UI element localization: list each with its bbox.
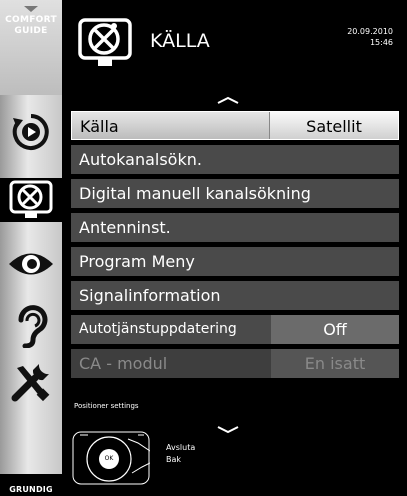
- satellite-dish-icon: [9, 180, 53, 218]
- ear-icon: [18, 305, 48, 348]
- menu-row-value[interactable]: Satellit: [269, 112, 398, 139]
- up-triangle-icon: [24, 6, 38, 12]
- menu-row-label: Autotjänstuppdatering: [79, 321, 237, 337]
- menu-row-label: Autokanalsökn.: [79, 150, 202, 169]
- menu-row-auto-scan[interactable]: Autokanalsökn.: [71, 145, 399, 174]
- sidebar-item-settings[interactable]: [0, 360, 62, 404]
- comfort-guide-button[interactable]: COMFORT GUIDE: [0, 0, 62, 95]
- scroll-down-chevron-icon[interactable]: [217, 426, 239, 434]
- sidebar-item-sound[interactable]: [0, 304, 62, 348]
- menu-row-digital-manual-scan[interactable]: Digital manuell kanalsökning: [71, 179, 399, 208]
- menu-row-value[interactable]: Off: [271, 315, 399, 344]
- sidebar-item-source[interactable]: [0, 110, 62, 154]
- scroll-up-chevron-icon[interactable]: [217, 96, 239, 104]
- comfort-guide-label: COMFORT GUIDE: [5, 15, 57, 36]
- menu-row-label: Signalinformation: [79, 286, 221, 305]
- sidebar-item-picture[interactable]: [0, 242, 62, 286]
- exit-hint-label: Avsluta: [166, 443, 196, 452]
- play-source-icon: [12, 114, 49, 150]
- menu-row-label: CA - modul: [79, 354, 168, 373]
- menu-row-label: Källa: [80, 117, 119, 136]
- brand-logo: GRUNDIG: [0, 474, 62, 496]
- remote-control-hint: OK: [72, 431, 151, 485]
- menu-row-source[interactable]: Källa Satellit: [71, 111, 399, 140]
- sidebar: COMFORT GUIDE GRUNDIG: [0, 0, 62, 496]
- header-satellite-icon: [76, 14, 134, 70]
- help-hint: Positioner settings: [74, 402, 139, 410]
- menu-row-signal-info[interactable]: Signalinformation: [71, 281, 399, 310]
- sidebar-item-installation[interactable]: [0, 178, 62, 222]
- ok-button-label: OK: [104, 455, 114, 462]
- page-title: KÄLLA: [150, 30, 210, 52]
- menu-row-label: Program Meny: [79, 252, 195, 271]
- source-menu: Källa Satellit Autokanalsökn. Digital ma…: [71, 111, 399, 383]
- menu-row-label: Antenninst.: [79, 218, 171, 237]
- datetime: 20.09.2010 15:46: [347, 26, 393, 48]
- time-text: 15:46: [369, 38, 393, 47]
- eye-icon: [9, 253, 53, 275]
- menu-row-program-menu[interactable]: Program Meny: [71, 247, 399, 276]
- menu-row-auto-service-update[interactable]: Autotjänstuppdatering Off: [71, 315, 399, 344]
- menu-row-antenna-settings[interactable]: Antenninst.: [71, 213, 399, 242]
- menu-row-ca-module: CA - modul En isatt: [71, 349, 399, 378]
- date-text: 20.09.2010: [347, 27, 393, 36]
- menu-row-value: En isatt: [271, 349, 399, 378]
- back-hint-label: Bak: [166, 455, 182, 464]
- tools-icon: [11, 364, 50, 402]
- menu-row-label: Digital manuell kanalsökning: [79, 184, 311, 203]
- tv-menu-screen: COMFORT GUIDE GRUNDIG KÄLLA 20.09.2010 1…: [0, 0, 407, 496]
